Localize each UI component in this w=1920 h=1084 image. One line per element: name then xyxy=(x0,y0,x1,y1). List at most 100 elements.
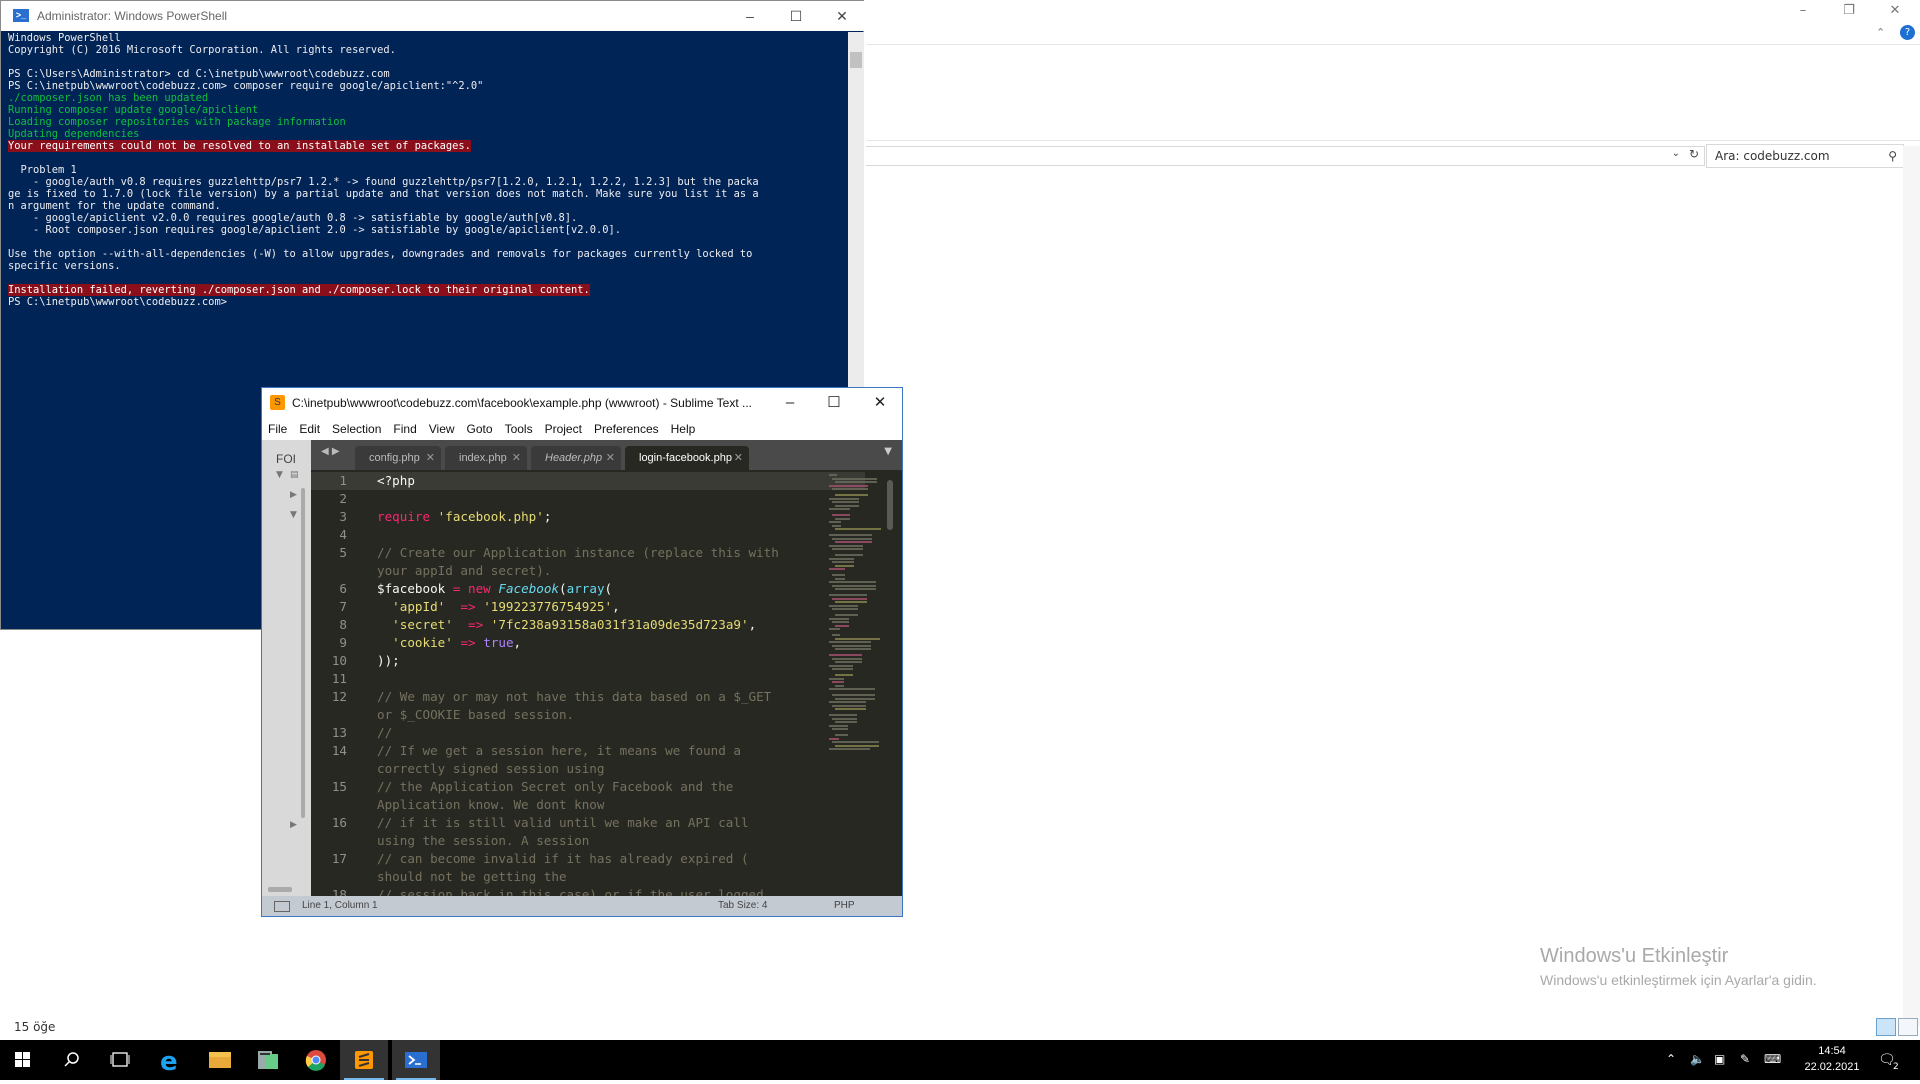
line-number: 10 xyxy=(331,653,347,668)
sidebar: FOI ▼ ▤ ▶ ▼ ▶ xyxy=(262,440,311,896)
pen-icon[interactable]: ✎ xyxy=(1740,1052,1750,1066)
internet-explorer-button[interactable]: e xyxy=(148,1040,196,1080)
console-icon[interactable] xyxy=(274,901,290,912)
minimap[interactable] xyxy=(829,470,883,780)
close-button[interactable]: ✕ xyxy=(819,1,865,31)
minimap-line xyxy=(829,568,845,570)
line-number: 15 xyxy=(331,779,347,794)
search-input[interactable]: Ara: codebuzz.com ⚲ xyxy=(1706,144,1904,168)
terminal-output[interactable]: Windows PowerShell Copyright (C) 2016 Mic… xyxy=(8,32,848,308)
terminal-line: specific versions. xyxy=(8,260,848,272)
sublime-text-taskbar-button[interactable] xyxy=(340,1040,388,1080)
close-button[interactable]: ✕ xyxy=(858,388,902,418)
sublime-titlebar[interactable]: S C:\inetpub\wwwroot\codebuzz.com\facebo… xyxy=(262,388,902,418)
large-icons-view-button[interactable] xyxy=(1898,1018,1918,1036)
terminal-line: - Root composer.json requires google/api… xyxy=(8,224,848,236)
editor-scrollbar[interactable] xyxy=(887,480,893,530)
terminal-line: ./composer.json has been updated xyxy=(8,92,848,104)
menu-item-tools[interactable]: Tools xyxy=(499,418,539,440)
network-icon[interactable]: ▣ xyxy=(1714,1052,1725,1066)
menu-item-edit[interactable]: Edit xyxy=(293,418,326,440)
chevron-right-icon[interactable]: ▶ xyxy=(290,490,297,500)
clock-time: 14:54 xyxy=(1818,1045,1846,1057)
tab-size[interactable]: Tab Size: 4 xyxy=(718,896,767,916)
minimap-line xyxy=(835,624,849,627)
tab-config[interactable]: config.php ✕ xyxy=(355,446,441,470)
chevron-right-icon[interactable]: ▶ xyxy=(290,820,297,830)
code-line: $facebook = new Facebook(array( xyxy=(377,580,817,598)
tab-index[interactable]: index.php ✕ xyxy=(445,446,527,470)
vertical-scrollbar[interactable] xyxy=(1903,146,1920,1026)
close-tab-icon[interactable]: ✕ xyxy=(426,446,435,470)
task-view-button[interactable] xyxy=(96,1040,144,1080)
close-tab-icon[interactable]: ✕ xyxy=(512,446,521,470)
sidebar-scrollbar[interactable] xyxy=(301,488,305,818)
tab-label: login-facebook.php xyxy=(639,452,732,464)
menu-item-file[interactable]: File xyxy=(262,418,293,440)
restore-button[interactable]: ❐ xyxy=(1826,0,1872,22)
refresh-icon[interactable]: ↻ xyxy=(1689,147,1699,161)
file-explorer-button[interactable] xyxy=(196,1040,244,1080)
maximize-button[interactable]: ☐ xyxy=(812,388,856,418)
code-token: => xyxy=(460,635,476,650)
chevron-down-icon[interactable]: ▼ xyxy=(290,510,297,520)
chevron-down-icon[interactable]: ⌄ xyxy=(1672,148,1680,159)
tab-login-facebook[interactable]: login-facebook.php ✕ xyxy=(625,446,749,470)
minimap-line xyxy=(829,497,859,500)
keyboard-icon[interactable]: ⌨ xyxy=(1764,1052,1781,1066)
close-tab-icon[interactable]: ✕ xyxy=(606,446,615,470)
menu-item-help[interactable]: Help xyxy=(665,418,702,440)
code-line: or $_COOKIE based session. xyxy=(377,706,817,724)
chrome-button[interactable] xyxy=(292,1040,340,1080)
close-tab-icon[interactable]: ✕ xyxy=(734,446,743,470)
tab-navigation-arrows-icon[interactable]: ◀ ▶ xyxy=(321,446,340,457)
menu-item-find[interactable]: Find xyxy=(387,418,422,440)
minimap-line xyxy=(829,628,840,630)
menu-item-project[interactable]: Project xyxy=(539,418,588,440)
folder-icon: ▤ xyxy=(290,470,299,480)
details-view-button[interactable] xyxy=(1876,1018,1896,1036)
minimap-line xyxy=(829,521,841,523)
scrollbar-thumb[interactable] xyxy=(850,52,862,68)
maximize-button[interactable]: ☐ xyxy=(773,1,819,31)
address-bar[interactable]: ⌄ ↻ xyxy=(866,146,1705,166)
chevron-down-icon[interactable]: ▼ xyxy=(276,470,283,480)
powershell-titlebar[interactable]: >_ Administrator: Windows PowerShell – ☐… xyxy=(1,1,865,31)
search-button[interactable] xyxy=(48,1040,96,1080)
minimize-button[interactable]: – xyxy=(727,1,773,31)
tray-overflow-chevron-icon[interactable]: ⌃ xyxy=(1666,1052,1676,1066)
minimize-button[interactable]: – xyxy=(768,388,812,418)
minimap-line xyxy=(829,544,863,547)
question-icon[interactable]: ? xyxy=(1900,25,1915,40)
sidebar-hscrollbar[interactable] xyxy=(268,887,292,892)
tab-header[interactable]: Header.php ✕ xyxy=(531,446,621,470)
tab-overflow-menu-icon[interactable]: ▼ xyxy=(884,446,892,457)
powershell-taskbar-button[interactable] xyxy=(392,1040,440,1080)
syntax-mode[interactable]: PHP xyxy=(834,896,855,916)
minimize-button[interactable]: – xyxy=(1780,0,1826,22)
minimap-line xyxy=(829,677,844,680)
server-manager-button[interactable] xyxy=(244,1040,292,1080)
code-line: // If we get a session here, it means we… xyxy=(377,742,817,760)
terminal-line-text: ge is fixed to 1.7.0 (lock file version)… xyxy=(8,188,759,200)
menu-item-preferences[interactable]: Preferences xyxy=(588,418,665,440)
menu-item-selection[interactable]: Selection xyxy=(326,418,387,440)
menu-item-view[interactable]: View xyxy=(423,418,461,440)
code-token: <?php xyxy=(377,473,415,488)
collapse-ribbon-icon[interactable]: ⌃ xyxy=(1876,26,1885,39)
code-content[interactable]: <?php require 'facebook.php'; // Create ou… xyxy=(377,472,817,896)
minimap-line xyxy=(832,561,854,563)
close-button[interactable]: ✕ xyxy=(1872,0,1918,22)
minimap-line xyxy=(832,477,877,480)
cursor-position[interactable]: Line 1, Column 1 xyxy=(302,896,378,916)
chrome-icon xyxy=(305,1050,326,1071)
search-icon[interactable]: ⚲ xyxy=(1888,145,1897,167)
start-button[interactable] xyxy=(0,1040,48,1080)
line-number: 16 xyxy=(331,815,347,830)
code-editor[interactable]: 1 2 3 4 5 6 7 8 9 10 11 12 13 14 15 16 17 18 <?php require… xyxy=(311,470,902,896)
taskbar-clock[interactable]: 14:54 22.02.2021 xyxy=(1800,1043,1864,1075)
activation-watermark-subtitle: Windows'u etkinleştirmek için Ayarlar'a … xyxy=(1540,972,1817,988)
volume-muted-icon[interactable]: 🔈 xyxy=(1690,1052,1705,1066)
menu-item-goto[interactable]: Goto xyxy=(461,418,499,440)
